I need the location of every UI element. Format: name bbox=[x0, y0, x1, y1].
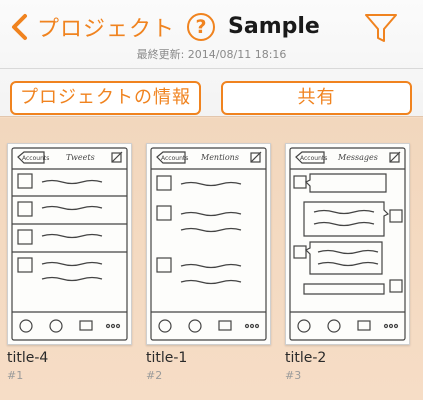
screen-grid: Accounts Tweets title-4 #1 Accounts Ment… bbox=[0, 118, 423, 400]
screen-thumbnail[interactable]: Accounts Tweets bbox=[7, 143, 132, 345]
screen-title: title-1 bbox=[146, 350, 188, 366]
screen-number: #3 bbox=[285, 369, 302, 382]
sketch-drawing: Accounts Tweets bbox=[11, 147, 128, 341]
share-button[interactable]: 共有 bbox=[221, 81, 412, 115]
page-title: Sample bbox=[228, 14, 320, 39]
help-icon[interactable]: ? bbox=[187, 13, 215, 41]
screen-card[interactable]: Accounts Tweets title-4 #1 bbox=[7, 143, 132, 382]
project-info-button[interactable]: プロジェクトの情報 bbox=[10, 81, 201, 115]
sketch-title: Tweets bbox=[66, 153, 95, 162]
screen-card[interactable]: Accounts Mentions title-1 #2 bbox=[146, 143, 271, 382]
sketch-back-label: Accounts bbox=[161, 155, 188, 162]
sketch-title: Messages bbox=[337, 153, 378, 162]
back-button-label: プロジェクト bbox=[37, 17, 176, 42]
screen-card[interactable]: Accounts Messages title-2 #3 bbox=[285, 143, 410, 382]
header-divider bbox=[0, 68, 423, 69]
screen-thumbnail[interactable]: Accounts Messages bbox=[285, 143, 410, 345]
sketch-drawing: Accounts Mentions bbox=[150, 147, 267, 341]
sketch-drawing: Accounts Messages bbox=[289, 147, 406, 341]
chevron-left-icon bbox=[12, 14, 27, 40]
sketch-title: Mentions bbox=[200, 153, 239, 162]
header-bar: プロジェクト ? Sample 最終更新: 2014/08/11 18:16 プ… bbox=[0, 0, 423, 117]
screen-number: #1 bbox=[7, 369, 24, 382]
screen-title: title-2 bbox=[285, 350, 327, 366]
back-button[interactable]: プロジェクト bbox=[6, 12, 175, 42]
sketch-back-label: Accounts bbox=[300, 155, 327, 162]
screen-thumbnail[interactable]: Accounts Mentions bbox=[146, 143, 271, 345]
last-updated-label: 最終更新: 2014/08/11 18:16 bbox=[136, 48, 287, 61]
sketch-back-label: Accounts bbox=[22, 155, 49, 162]
screen-title: title-4 bbox=[7, 350, 49, 366]
screen-number: #2 bbox=[146, 369, 163, 382]
filter-icon[interactable] bbox=[364, 12, 398, 44]
